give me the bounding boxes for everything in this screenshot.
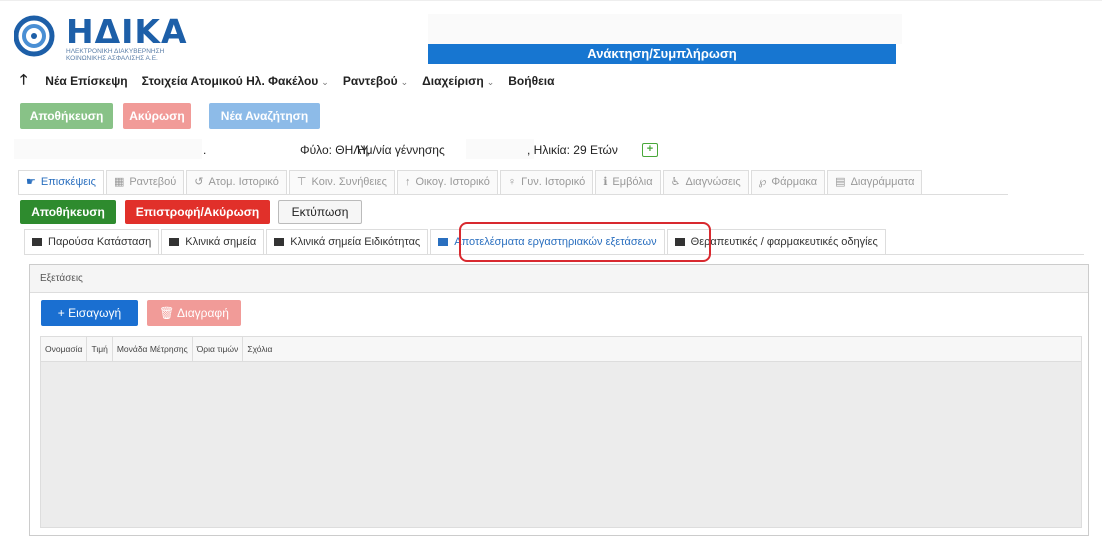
card-icon [32, 238, 42, 246]
tab-visits[interactable]: ☛ Επισκέψεις [18, 170, 104, 194]
column-comments[interactable]: Σχόλια [243, 337, 276, 361]
pill-icon: ℘ [758, 176, 767, 188]
history-icon: ↺ [194, 176, 204, 188]
lab-results-highlight [459, 222, 711, 262]
gender-icon: ♀ [507, 176, 517, 188]
menu-item-record[interactable]: Στοιχεία Ατομικού Ηλ. Φακέλου ⌄ [142, 74, 329, 88]
tab-clinical-signs[interactable]: Κλινικά σημεία [161, 229, 265, 254]
tab-current-status[interactable]: Παρούσα Κατάσταση [24, 229, 160, 254]
insert-button[interactable]: + Εισαγωγή [41, 300, 138, 326]
tab-appointments[interactable]: ▦ Ραντεβού [105, 170, 185, 194]
wheelchair-icon: ♿ [670, 176, 681, 188]
column-range[interactable]: Όρια τιμών [193, 337, 244, 361]
chevron-down-icon: ⌄ [486, 77, 495, 87]
tab-social-habits[interactable]: ⊤ Κοιν. Συνήθειες [288, 170, 395, 194]
tab-personal-history[interactable]: ↺ Ατομ. Ιστορικό [186, 170, 287, 194]
cancel-button-top[interactable]: Ακύρωση [123, 103, 191, 129]
logo-text: ΗΔΙΚΑ [66, 12, 188, 51]
top-border [0, 0, 1102, 1]
grid-header: Ονομασία Τιμή Μονάδα Μέτρησης Όρια τιμών… [41, 337, 1081, 362]
patient-age: , Ηλικία: 29 Ετών [527, 143, 618, 157]
info-icon: ℹ [603, 176, 608, 188]
card-icon [169, 238, 180, 246]
save-button[interactable]: Αποθήκευση [20, 200, 116, 224]
new-search-button[interactable]: Νέα Αναζήτηση [209, 103, 320, 129]
calendar-icon: ▦ [113, 176, 125, 188]
column-name[interactable]: Ονομασία [41, 337, 88, 361]
tab-gyn-history[interactable]: ♀ Γυν. Ιστορικό [499, 170, 594, 194]
column-unit[interactable]: Μονάδα Μέτρησης [113, 337, 193, 361]
patient-birth-label: Ημ/νία γέννησης [357, 143, 445, 157]
logo-swirl-icon [14, 15, 55, 57]
card-icon [438, 238, 449, 246]
chart-icon: ▤ [835, 176, 846, 188]
card-icon [274, 238, 285, 246]
up-arrow-icon[interactable]: 🡑 [20, 69, 27, 93]
tab-specialty-signs[interactable]: Κλινικά σημεία Ειδικότητας [266, 229, 429, 254]
logo: ΗΔΙΚΑ ΗΛΕΚΤΡΟΝΙΚΗ ΔΙΑΚΥΒΕΡΝΗΣΗ ΚΟΙΝΩΝΙΚΗ… [14, 10, 187, 62]
print-button[interactable]: Εκτύπωση [278, 200, 362, 224]
menu-item-appointments[interactable]: Ραντεβού ⌄ [343, 74, 408, 88]
tab-family-history[interactable]: ↑ Οικογ. Ιστορικό [396, 170, 498, 194]
header-info-area [428, 14, 902, 44]
patient-name-redacted [14, 139, 202, 159]
filter-icon: ⊤ [296, 176, 307, 188]
main-menu: 🡑 Νέα Επίσκεψη Στοιχεία Ατομικού Ηλ. Φακ… [20, 69, 568, 93]
main-tabs: ☛ Επισκέψεις ▦ Ραντεβού ↺ Ατομ. Ιστορικό ⊤ Κ… [18, 170, 1008, 195]
patient-separator: . [203, 143, 207, 157]
add-folder-icon[interactable]: + [642, 143, 658, 157]
menu-item-help[interactable]: Βοήθεια [508, 74, 554, 88]
menu-item-management[interactable]: Διαχείριση ⌄ [422, 74, 494, 88]
chevron-down-icon: ⌄ [400, 77, 409, 87]
return-cancel-button[interactable]: Επιστροφή/Ακύρωση [125, 200, 270, 224]
family-icon: ↑ [404, 176, 411, 188]
hand-pointer-icon: ☛ [26, 176, 36, 188]
tab-diagnoses[interactable]: ♿ Διαγνώσεις [662, 170, 749, 194]
exams-grid: Ονομασία Τιμή Μονάδα Μέτρησης Όρια τιμών… [40, 336, 1082, 528]
tab-vaccines[interactable]: ℹ Εμβόλια [595, 170, 661, 194]
tab-charts[interactable]: ▤ Διαγράμματα [827, 170, 923, 194]
header-banner: Ανάκτηση/Συμπλήρωση [428, 44, 896, 64]
chevron-down-icon: ⌄ [321, 77, 329, 87]
logo-subtitle: ΗΛΕΚΤΡΟΝΙΚΗ ΔΙΑΚΥΒΕΡΝΗΣΗ ΚΟΙΝΩΝΙΚΗΣ ΑΣΦΑ… [66, 48, 165, 62]
panel-title: Εξετάσεις [30, 265, 1088, 293]
birth-date-redacted [466, 139, 534, 159]
tab-medications[interactable]: ℘ Φάρμακα [750, 170, 826, 194]
save-button-top[interactable]: Αποθήκευση [20, 103, 113, 129]
column-value[interactable]: Τιμή [87, 337, 113, 361]
delete-button[interactable]: 🗑 Διαγραφή [147, 300, 241, 326]
menu-item-new-visit[interactable]: Νέα Επίσκεψη [45, 74, 127, 88]
